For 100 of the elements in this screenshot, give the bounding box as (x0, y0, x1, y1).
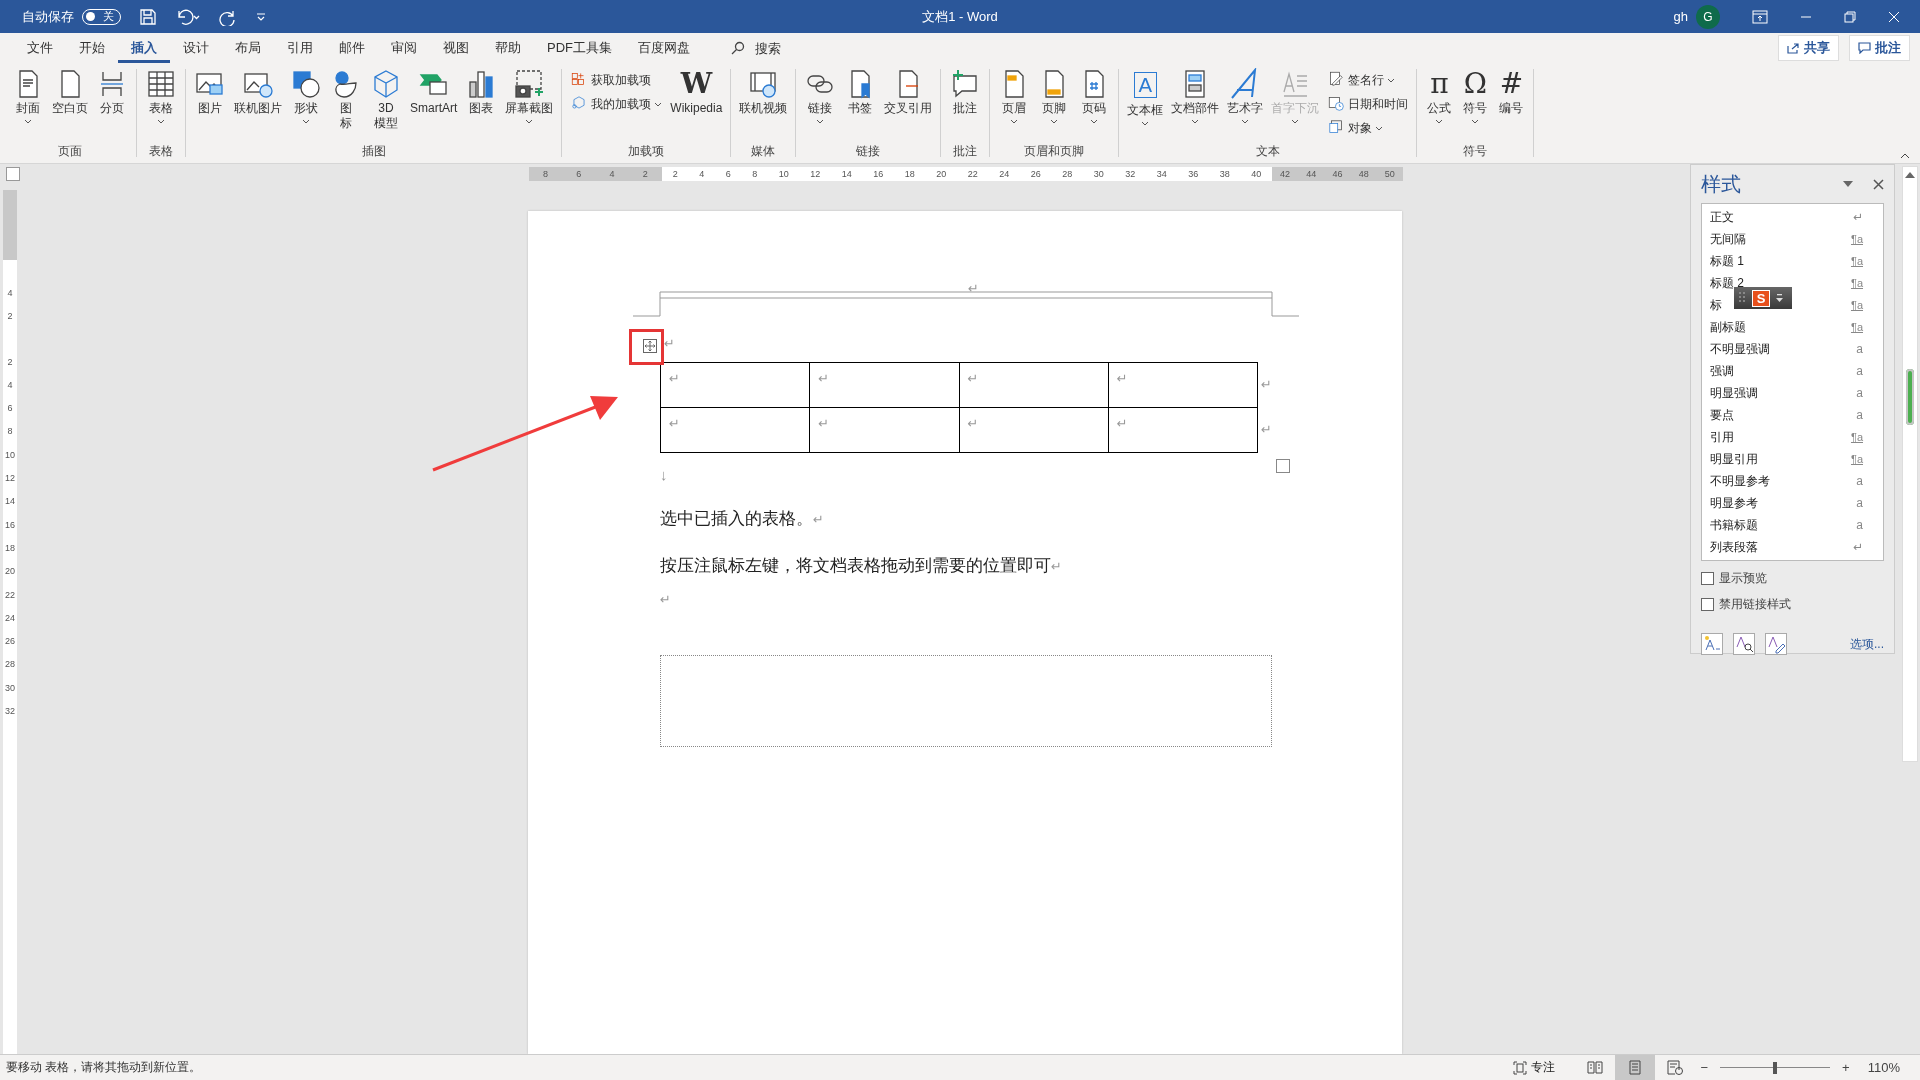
ribbon-button[interactable]: 分页 (92, 67, 132, 116)
scroll-thumb[interactable] (1906, 369, 1914, 425)
style-item[interactable]: 明显参考 (1710, 494, 1758, 512)
comments-button[interactable]: 批注 (1849, 35, 1910, 61)
ribbon-button[interactable]: 日期和时间 (1327, 93, 1409, 115)
symbol-icon: Ω (1463, 67, 1487, 101)
style-item[interactable]: 不明显强调 (1710, 340, 1770, 358)
ribbon-button[interactable]: # 编号 (1493, 67, 1530, 116)
style-item[interactable]: 列表段落 (1710, 538, 1758, 556)
avatar[interactable]: G (1696, 4, 1720, 29)
view-button[interactable] (1614, 1055, 1655, 1080)
zoom-level[interactable]: 110% (1861, 1060, 1906, 1075)
ribbon-button[interactable]: SmartArt (406, 67, 462, 116)
style-item[interactable]: 不明显参考 (1710, 472, 1770, 490)
ribbon-button[interactable]: 批注 (945, 67, 986, 116)
zoom-out-button[interactable]: − (1694, 1060, 1715, 1075)
customize-icon[interactable] (255, 10, 267, 23)
ribbon-button[interactable]: 文档部件 (1167, 67, 1224, 124)
ribbon-button[interactable]: 联机视频 (735, 67, 792, 116)
ribbon-button[interactable]: 交叉引用 (880, 67, 937, 116)
zoom-in-button[interactable]: + (1836, 1060, 1856, 1075)
new-style-icon[interactable] (1701, 633, 1723, 655)
focus-button[interactable]: 专注 (1512, 1059, 1555, 1076)
ribbon-button[interactable]: 表格 (141, 67, 181, 124)
ribbon-button[interactable]: 图片 (190, 67, 230, 116)
style-item[interactable]: 明显强调 (1710, 384, 1758, 402)
manage-styles-icon[interactable] (1765, 633, 1787, 655)
ribbon-tab[interactable]: PDF工具集 (534, 33, 625, 63)
options-link[interactable]: 选项... (1850, 635, 1884, 653)
dropdown-icon[interactable] (1843, 181, 1853, 187)
ruler-number: 18 (5, 542, 15, 553)
resize-handle[interactable] (1276, 459, 1290, 473)
ribbon-button[interactable]: 图表 (461, 67, 502, 116)
ribbon-tab[interactable]: 帮助 (482, 33, 534, 63)
move-handle-icon[interactable] (643, 339, 657, 353)
ribbon-tab[interactable]: 布局 (222, 33, 274, 63)
ribbon-button[interactable]: 页码 (1074, 67, 1115, 124)
style-item[interactable]: 要点 (1710, 406, 1734, 424)
ribbon-button[interactable]: π 公式 (1421, 67, 1458, 124)
ribbon-tab[interactable]: 百度网盘 (625, 33, 703, 63)
ribbon-tab[interactable]: 视图 (430, 33, 482, 63)
ribbon-tab[interactable]: 插入 (118, 33, 170, 63)
checkbox[interactable] (1701, 572, 1714, 585)
style-item[interactable]: 明显引用 (1710, 450, 1758, 468)
style-item[interactable]: 引用 (1710, 428, 1734, 446)
style-item[interactable]: 无间隔 (1710, 230, 1746, 248)
restore-icon[interactable] (1844, 10, 1856, 23)
ribbon-button[interactable]: 对象 (1327, 117, 1409, 139)
ribbon-button[interactable]: 链接 (800, 67, 841, 124)
style-item[interactable]: 正文 (1710, 208, 1734, 226)
ribbon-button[interactable]: 签名行 (1327, 69, 1409, 91)
collapse-ribbon-icon[interactable] (1900, 153, 1910, 159)
ruler-number: 32 (1125, 169, 1136, 179)
ribbon-display-icon[interactable] (1752, 9, 1768, 24)
style-item[interactable]: 副标题 (1710, 318, 1746, 336)
ribbon-tab[interactable]: 文件 (14, 33, 66, 63)
ribbon-button[interactable]: 屏幕截图 (501, 67, 558, 124)
tab-selector-icon[interactable] (6, 167, 20, 181)
ribbon-button[interactable]: 3D 模型 (366, 67, 406, 131)
close-icon[interactable] (1873, 178, 1884, 190)
ribbon-button[interactable]: 封面 (8, 67, 48, 124)
ribbon-tab[interactable]: 引用 (274, 33, 326, 63)
ribbon-button[interactable]: 页眉 (994, 67, 1035, 124)
style-item[interactable]: 标 (1710, 296, 1722, 314)
ribbon-button[interactable]: 空白页 (48, 67, 92, 116)
ribbon-button[interactable]: 图 标 (326, 67, 366, 131)
undo-icon[interactable] (175, 7, 201, 26)
ribbon-tab[interactable]: 开始 (66, 33, 118, 63)
input-method-toolbar[interactable]: S (1734, 287, 1792, 309)
share-button[interactable]: 共享 (1778, 35, 1839, 61)
ribbon-button[interactable]: 获取加载项 (570, 69, 663, 91)
ribbon-button[interactable]: W Wikipedia (666, 67, 727, 116)
shapes-icon (290, 68, 322, 100)
vertical-ruler[interactable]: 4 2 2 4 6 8 10 12 14 16 18 20 22 24 26 28 30 32 (3, 190, 17, 1054)
option-label: 禁用链接样式 (1719, 596, 1791, 613)
ribbon-button[interactable]: 艺术字 (1223, 67, 1268, 124)
ribbon-tab[interactable]: 审阅 (378, 33, 430, 63)
save-icon[interactable] (139, 7, 157, 26)
checkbox[interactable] (1701, 598, 1714, 611)
ruler-number: 2 (642, 169, 648, 179)
ruler-number: 26 (5, 636, 15, 647)
ribbon-button[interactable]: 联机图片 (230, 67, 286, 116)
scroll-up-icon[interactable] (1904, 171, 1916, 179)
ribbon-button[interactable]: 形状 (286, 67, 326, 124)
vertical-scrollbar[interactable] (1902, 166, 1918, 762)
zoom-slider-thumb[interactable] (1773, 1061, 1778, 1074)
style-item[interactable]: 书籍标题 (1710, 516, 1758, 534)
ribbon-button[interactable]: 页脚 (1034, 67, 1075, 124)
search-field[interactable]: 搜索 (753, 39, 817, 57)
ribbon-button[interactable]: 我的加载项 (570, 93, 663, 115)
style-type-mark: ¶a (1850, 453, 1863, 465)
ribbon-tab[interactable]: 邮件 (326, 33, 378, 63)
ribbon-button[interactable]: 书签 (840, 67, 881, 116)
style-inspector-icon[interactable] (1733, 633, 1755, 655)
ruler-number: 28 (1062, 169, 1073, 179)
style-item[interactable]: 强调 (1710, 362, 1734, 380)
ribbon-tab[interactable]: 设计 (170, 33, 222, 63)
ribbon-button[interactable]: Ω 符号 (1457, 67, 1494, 124)
style-item[interactable]: 标题 1 (1710, 252, 1744, 270)
ribbon-button[interactable]: A 文本框 (1123, 67, 1168, 126)
